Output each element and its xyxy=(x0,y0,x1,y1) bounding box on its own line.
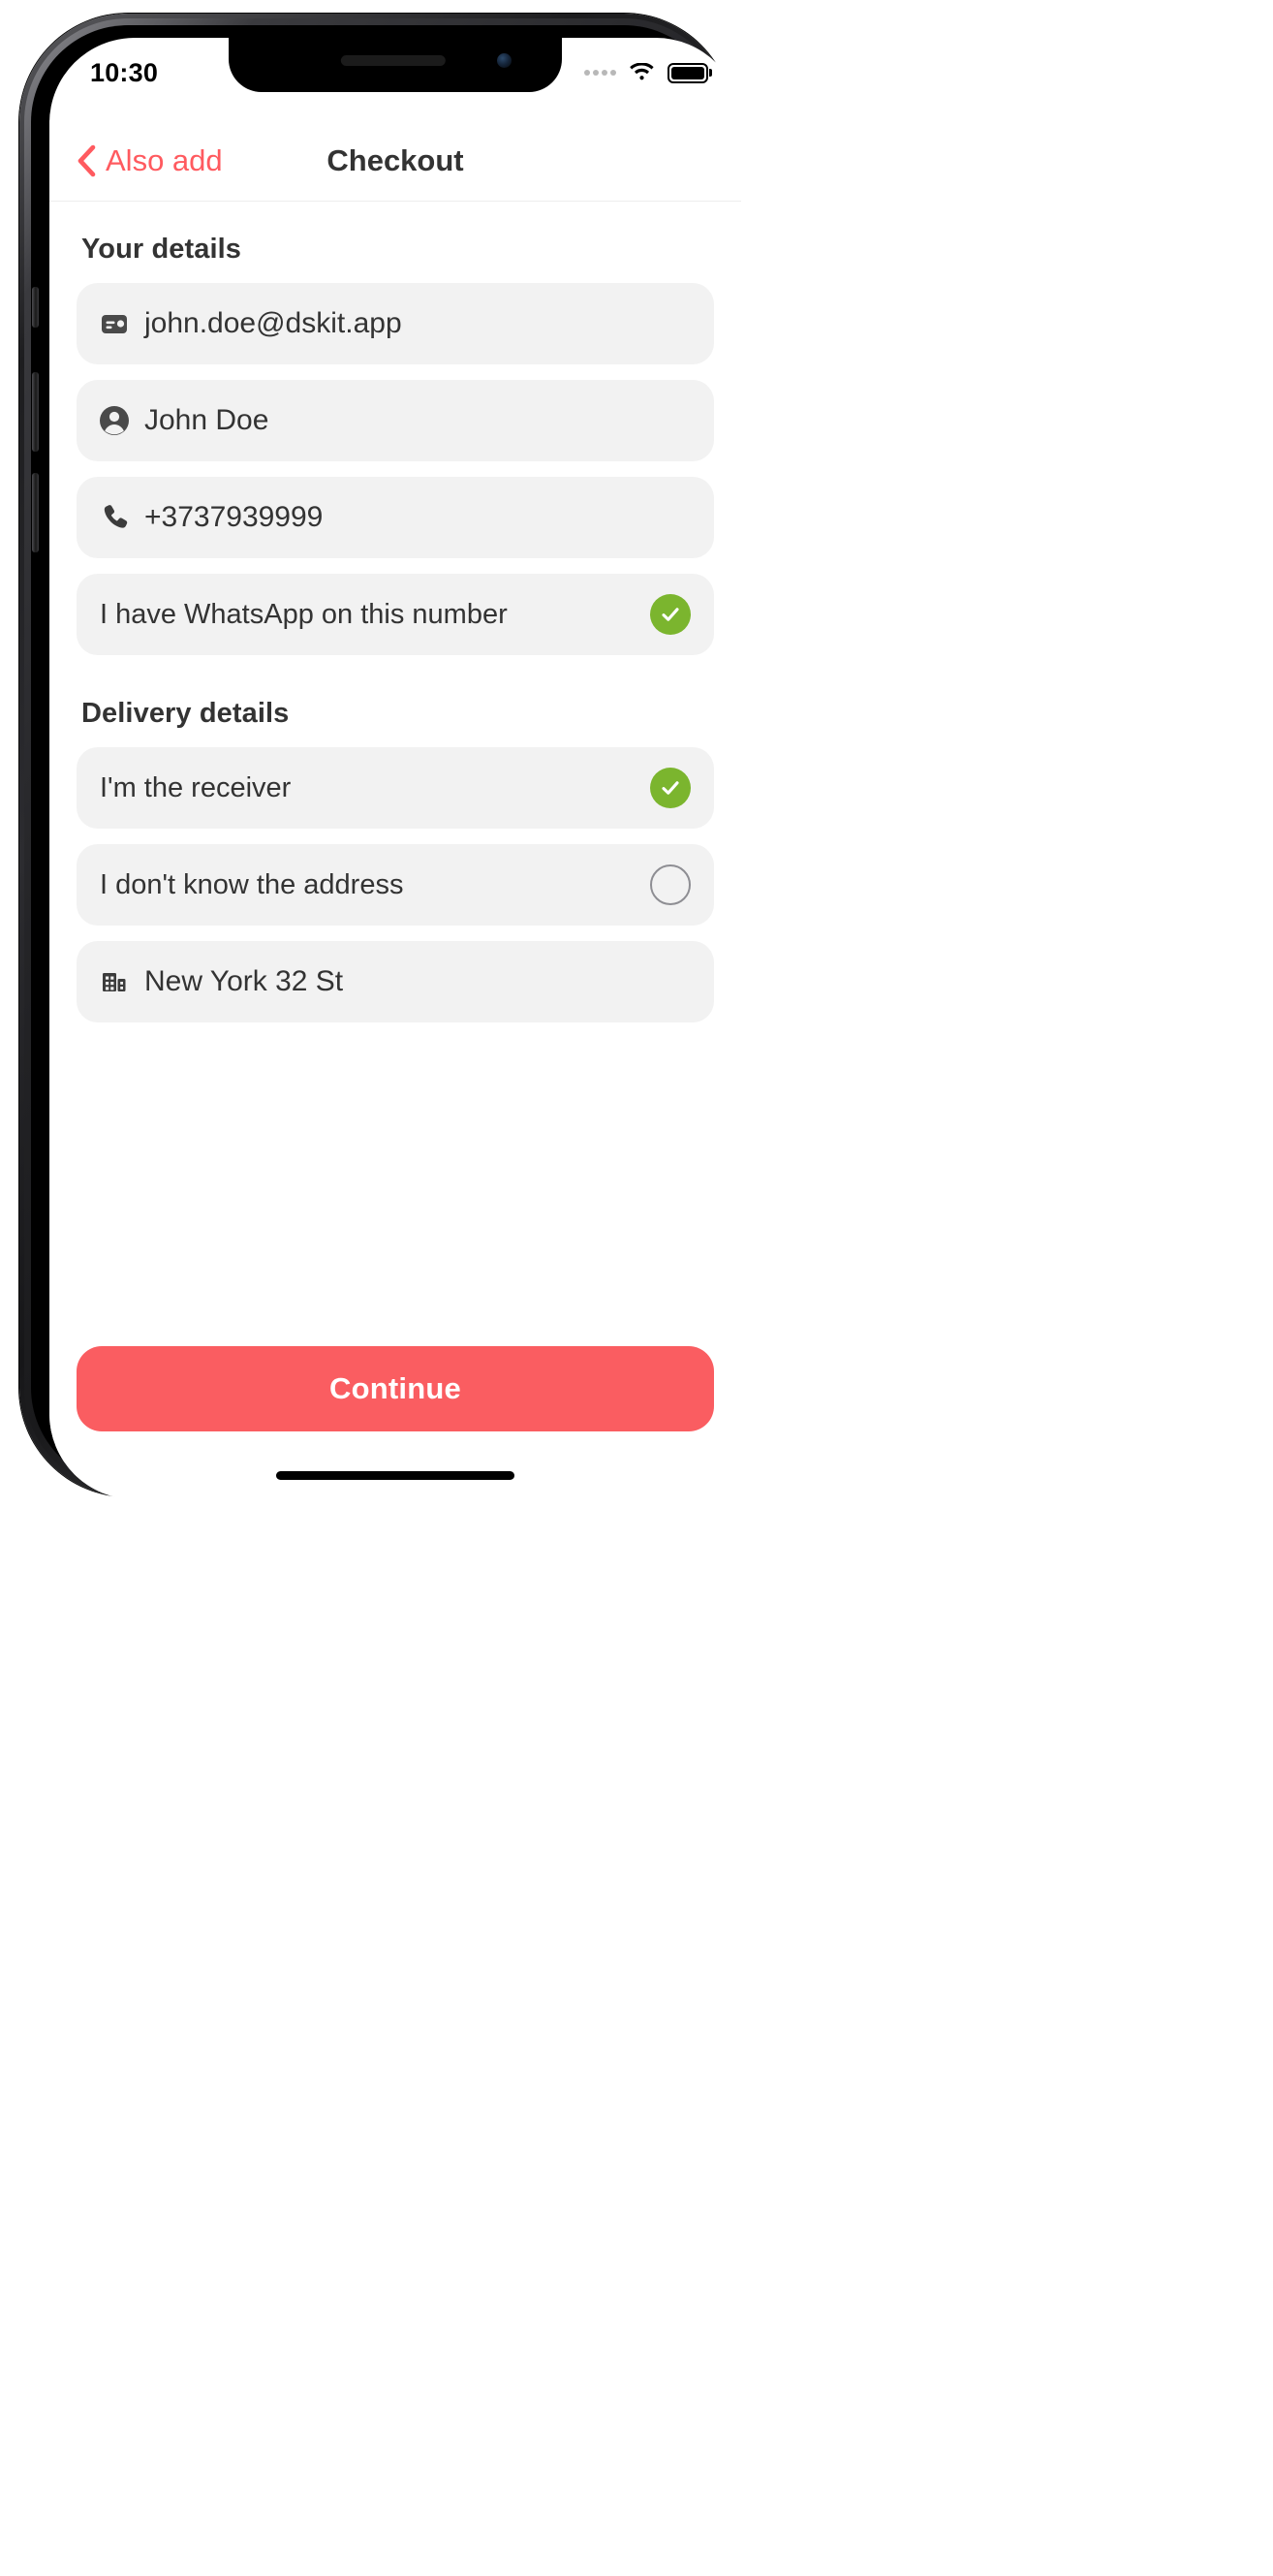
footer-actions: Continue xyxy=(77,1346,714,1431)
battery-level xyxy=(671,66,704,79)
back-button[interactable]: Also add xyxy=(76,144,223,177)
continue-button[interactable]: Continue xyxy=(77,1346,714,1431)
unknown-address-label: I don't know the address xyxy=(100,868,404,900)
name-field[interactable]: John Doe xyxy=(77,380,714,461)
checkout-content: Your details john.doe@dskit.app John Doe… xyxy=(49,202,741,1499)
receiver-checkbox-checked[interactable] xyxy=(650,768,691,808)
screenshot-stage: 10:30 Also add Checkout Your details joh… xyxy=(0,0,1273,2576)
status-indicators xyxy=(584,62,708,83)
contact-card-icon xyxy=(98,307,131,340)
volume-down-button[interactable] xyxy=(32,473,39,552)
email-field[interactable]: john.doe@dskit.app xyxy=(77,283,714,364)
mute-switch-button[interactable] xyxy=(32,287,39,328)
phone-value: +3737939999 xyxy=(144,501,324,533)
front-camera-icon xyxy=(497,53,512,68)
building-icon xyxy=(98,965,131,998)
whatsapp-label: I have WhatsApp on this number xyxy=(100,598,508,630)
page-title: Checkout xyxy=(326,142,464,177)
unknown-address-checkbox-unchecked[interactable] xyxy=(650,864,691,905)
receiver-checkbox-row[interactable]: I'm the receiver xyxy=(77,747,714,829)
phone-icon xyxy=(98,501,131,534)
checkmark-icon xyxy=(662,781,679,795)
whatsapp-checkbox-row[interactable]: I have WhatsApp on this number xyxy=(77,574,714,655)
navigation-bar: Also add Checkout xyxy=(49,120,741,202)
your-details-heading: Your details xyxy=(81,234,242,265)
address-value: New York 32 St xyxy=(144,965,344,997)
chevron-left-icon xyxy=(78,144,96,176)
whatsapp-checkbox-checked[interactable] xyxy=(650,594,691,635)
address-field[interactable]: New York 32 St xyxy=(77,941,714,1022)
email-value: john.doe@dskit.app xyxy=(144,307,402,339)
home-indicator[interactable] xyxy=(276,1471,514,1480)
wifi-icon xyxy=(630,63,654,80)
earpiece-speaker xyxy=(340,55,446,66)
signal-dots-icon xyxy=(584,70,616,76)
checkmark-icon xyxy=(662,608,679,621)
phone-field[interactable]: +3737939999 xyxy=(77,477,714,558)
volume-up-button[interactable] xyxy=(32,372,39,452)
device-notch xyxy=(229,38,562,92)
delivery-details-heading: Delivery details xyxy=(81,698,290,729)
person-circle-icon xyxy=(98,404,131,437)
continue-button-label: Continue xyxy=(329,1371,461,1405)
receiver-label: I'm the receiver xyxy=(100,771,292,803)
phone-frame: 10:30 Also add Checkout Your details joh… xyxy=(19,14,741,1499)
back-button-label: Also add xyxy=(106,143,223,177)
battery-full-icon xyxy=(668,62,708,83)
status-time: 10:30 xyxy=(90,57,159,87)
unknown-address-checkbox-row[interactable]: I don't know the address xyxy=(77,844,714,926)
phone-screen: 10:30 Also add Checkout Your details joh… xyxy=(49,38,741,1499)
name-value: John Doe xyxy=(144,404,269,436)
